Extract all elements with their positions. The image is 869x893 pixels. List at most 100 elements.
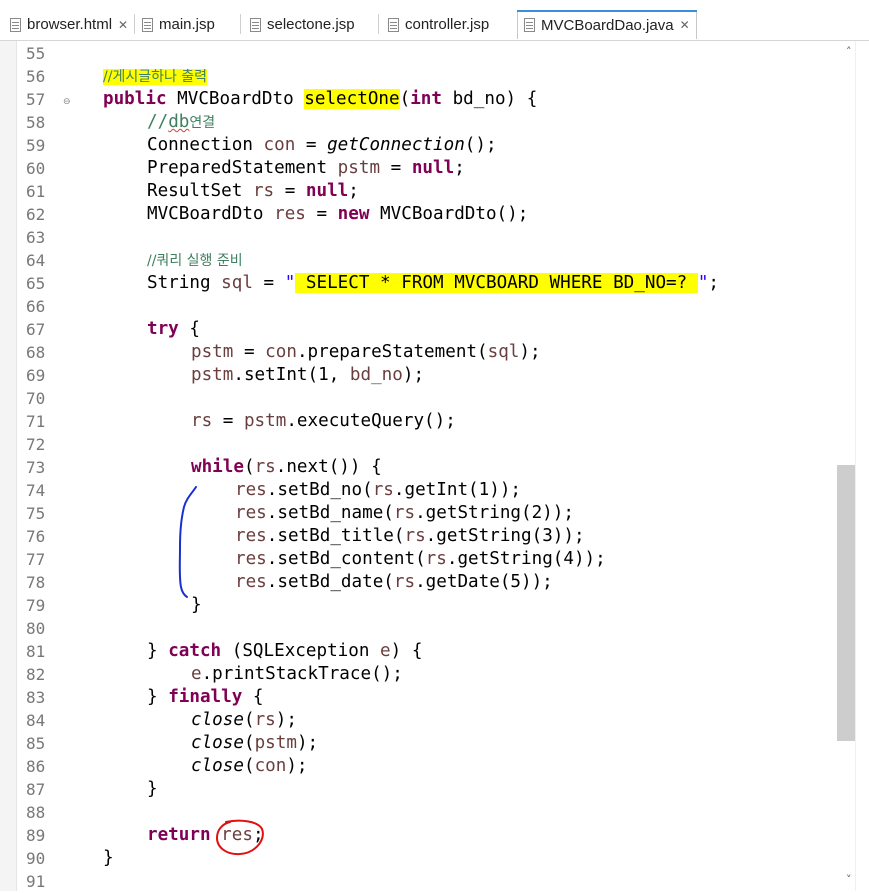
editor-tab-bar: browser.html ✕ main.jsp selectone.jsp co… (0, 0, 869, 41)
variable: pstm (243, 411, 287, 431)
variable: pstm (191, 342, 234, 362)
keyword: try (147, 319, 179, 339)
variable: sql (487, 342, 520, 362)
variable: res (235, 503, 267, 523)
file-icon (388, 17, 399, 32)
code-line: try { (147, 318, 200, 341)
variable: rs (254, 457, 276, 477)
code-line: //db연결 (147, 111, 215, 134)
code-token: .setBd_name( (266, 503, 394, 523)
line-number: 91 (26, 872, 46, 891)
variable: sql (221, 273, 253, 293)
code-token: = (252, 273, 285, 293)
variable: rs (254, 710, 276, 730)
code-editor[interactable]: 55 56 57 58 59 60 61 62 63 64 65 66 67 6… (0, 41, 869, 891)
variable: res (235, 549, 267, 569)
code-line: res.setBd_date(rs.getDate(5)); (235, 571, 553, 594)
code-line: PreparedStatement pstm = null; (147, 157, 465, 180)
tab-divider (134, 14, 135, 34)
scrollbar-thumb[interactable] (837, 465, 855, 741)
code-line: } (191, 594, 202, 617)
variable: con (263, 135, 296, 155)
code-line: pstm = con.prepareStatement(sql); (191, 341, 541, 364)
variable: res (235, 572, 267, 592)
tab-browser-html[interactable]: browser.html ✕ (4, 10, 132, 39)
tab-selectone-jsp[interactable]: selectone.jsp (246, 10, 376, 39)
variable: rs (252, 181, 275, 201)
code-line: } finally { (147, 686, 264, 709)
line-number: 80 (26, 619, 46, 638)
keyword: int (410, 89, 442, 109)
line-number: 78 (26, 573, 46, 592)
code-line: } (147, 778, 158, 801)
variable: rs (372, 480, 394, 500)
code-token: (); (464, 135, 497, 155)
code-token: } (147, 687, 169, 707)
code-token: } (103, 848, 114, 868)
line-number: 72 (26, 435, 46, 454)
line-number: 57 (26, 90, 46, 109)
code-line: //쿼리 실행 준비 (147, 249, 243, 272)
comment: 연결 (189, 115, 216, 131)
code-token: = (274, 181, 306, 201)
scroll-up-arrow-icon[interactable]: ˄ (846, 45, 852, 58)
code-token: { (242, 687, 264, 707)
variable: bd_no (349, 365, 403, 385)
code-line: res.setBd_title(rs.getString(3)); (235, 525, 585, 548)
line-number: 61 (26, 182, 46, 201)
scroll-down-arrow-icon[interactable]: ˅ (846, 873, 852, 886)
line-number: 90 (26, 849, 46, 868)
code-line: res.setBd_no(rs.getInt(1)); (235, 479, 521, 502)
tab-mvcboarddao-java[interactable]: MVCBoardDao.java ✕ (517, 10, 697, 39)
variable: rs (393, 503, 416, 523)
code-token: } (147, 779, 158, 799)
line-number: 69 (26, 366, 46, 385)
code-line: return res; (147, 824, 264, 847)
code-line: close(rs); (191, 709, 297, 732)
java-file-icon (524, 18, 535, 32)
tab-controller-jsp[interactable]: controller.jsp (384, 10, 514, 39)
code-token: } (147, 641, 169, 661)
variable: res (235, 526, 267, 546)
code-area[interactable]: //게시글하나 출력 public MVCBoardDto selectOne(… (59, 41, 834, 891)
code-token: ; (348, 181, 359, 201)
line-number: 79 (26, 596, 46, 615)
code-token: } (191, 595, 202, 615)
close-icon[interactable]: ✕ (118, 18, 128, 32)
line-number: 67 (26, 320, 46, 339)
file-icon (142, 17, 153, 32)
code-line: rs = pstm.executeQuery(); (191, 410, 456, 433)
line-number: 85 (26, 734, 46, 753)
code-token: ) { (390, 641, 423, 661)
line-number: 58 (26, 113, 46, 132)
code-line: res.setBd_name(rs.getString(2)); (235, 502, 574, 525)
vertical-scrollbar[interactable]: ˄ ˅ (834, 41, 869, 891)
variable: pstm (254, 733, 297, 753)
close-icon[interactable]: ✕ (680, 18, 690, 32)
tab-label: main.jsp (159, 16, 215, 33)
code-token: ( (243, 756, 255, 776)
code-token: .prepareStatement( (296, 342, 488, 362)
line-number: 68 (26, 343, 46, 362)
keyword: null (305, 181, 349, 201)
code-line: pstm.setInt(1, bd_no); (191, 364, 424, 387)
string-literal: " (697, 273, 709, 293)
keyword: return (147, 825, 211, 845)
line-number: 63 (26, 228, 46, 247)
line-number: 65 (26, 274, 46, 293)
variable: res (235, 480, 267, 500)
code-token: MVCBoardDto (166, 89, 305, 109)
line-number: 81 (26, 642, 46, 661)
variable: rs (425, 549, 447, 569)
code-token: = (295, 135, 328, 155)
code-line: res.setBd_content(rs.getString(4)); (235, 548, 606, 571)
comment: db (168, 112, 190, 132)
code-token: Connection (147, 135, 264, 155)
code-token: .setBd_no( (266, 480, 373, 500)
code-token: ( (399, 89, 411, 109)
line-number: 59 (26, 136, 46, 155)
variable: res (221, 825, 253, 845)
tab-main-jsp[interactable]: main.jsp (138, 10, 238, 39)
line-number: 83 (26, 688, 46, 707)
